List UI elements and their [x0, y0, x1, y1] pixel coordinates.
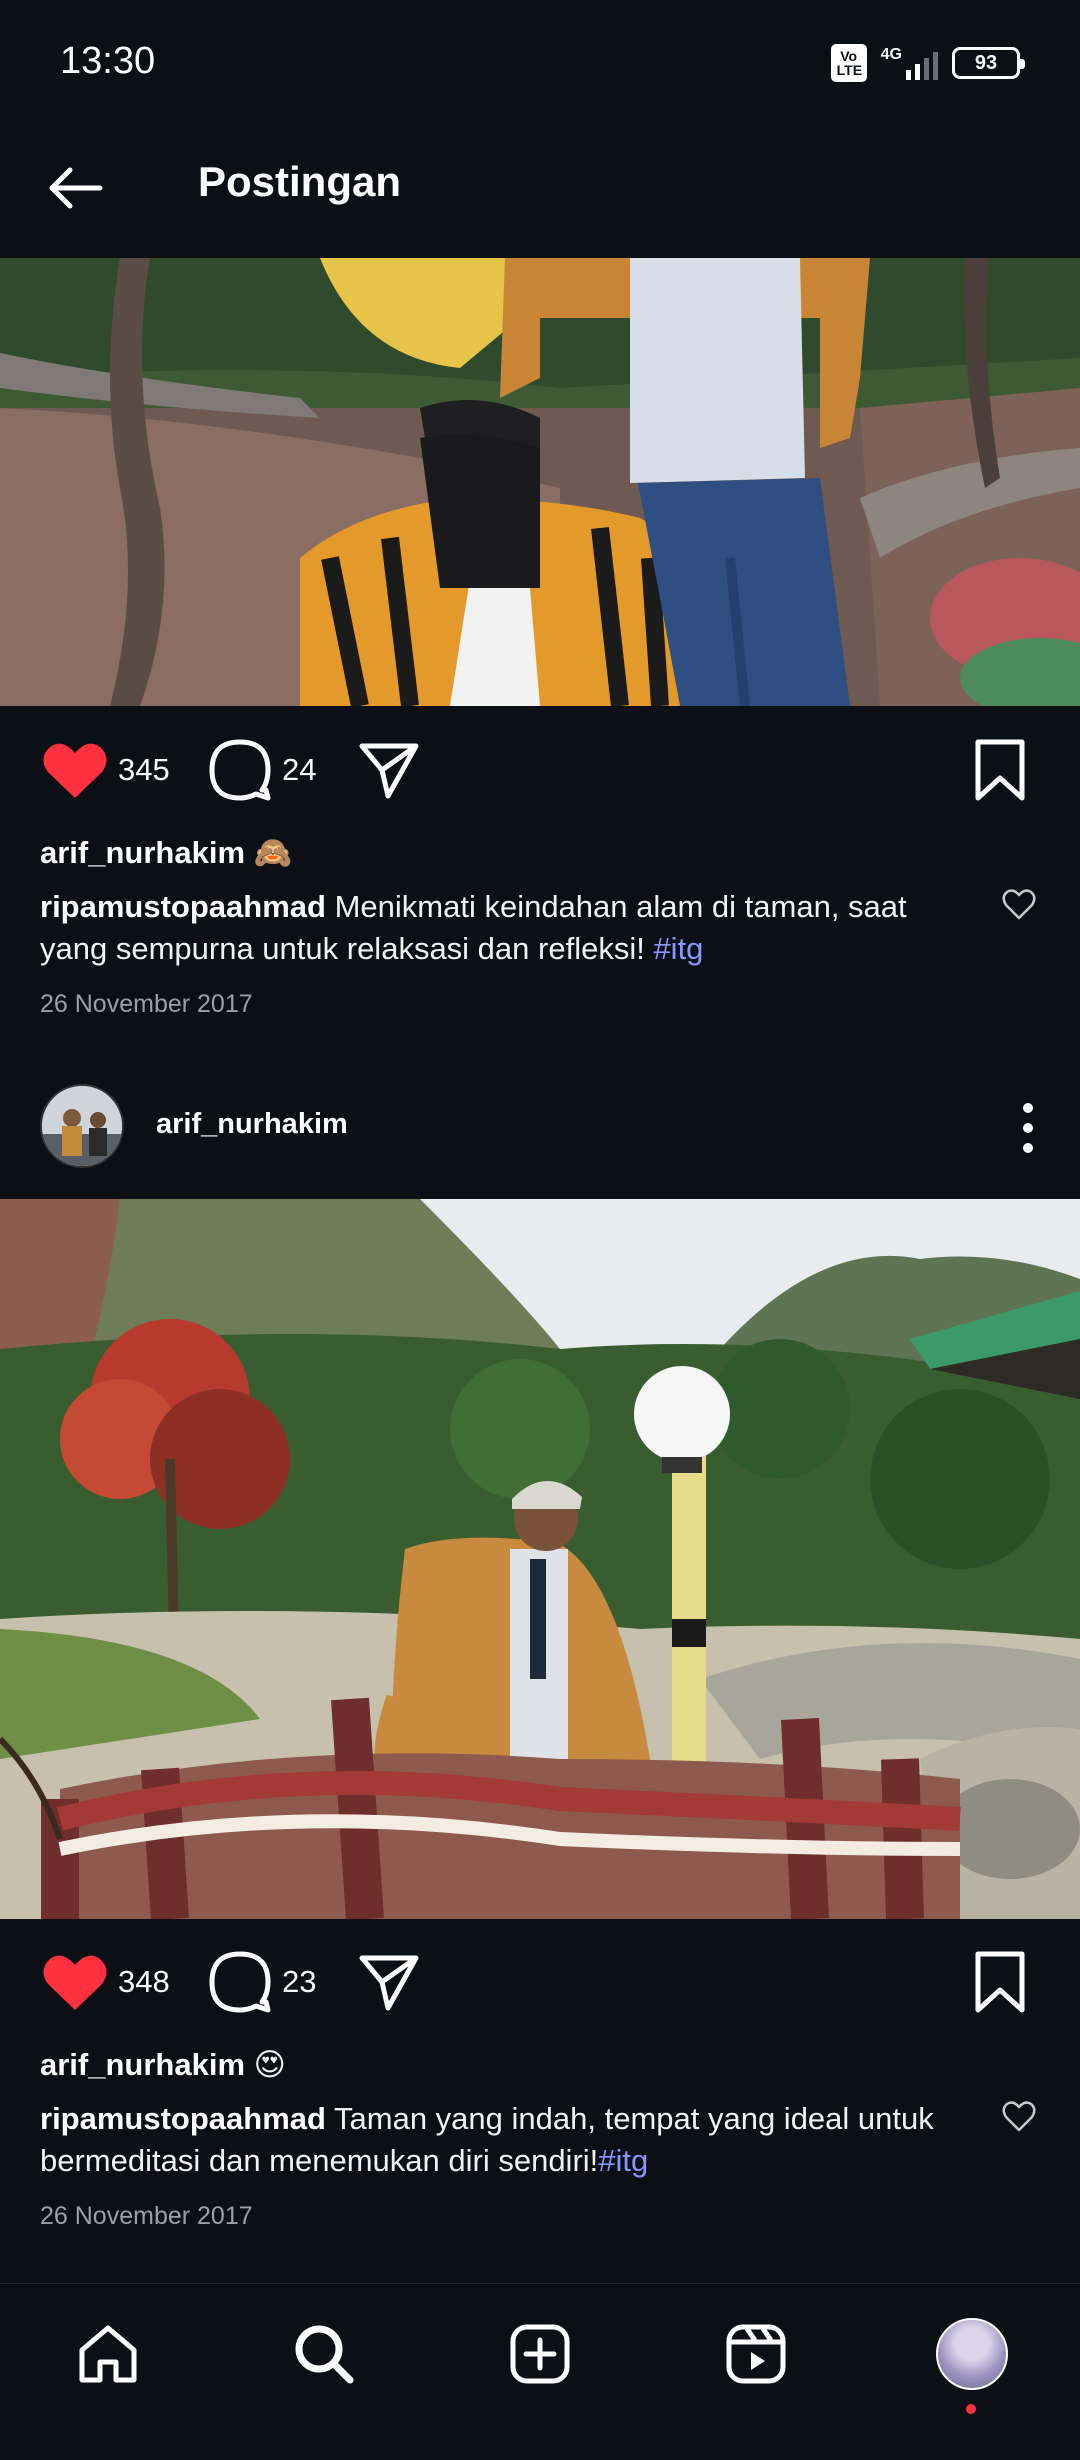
caption-text-2: bermeditasi dan menemukan diri sendiri! [40, 2143, 599, 2178]
post-2-header: arif_nurhakim [0, 1070, 1080, 1185]
liker-emoji: 🙈 [253, 835, 293, 870]
nav-home[interactable] [68, 2314, 148, 2394]
bottom-navigation [0, 2283, 1080, 2460]
post-1-share[interactable] [356, 710, 420, 830]
post-1-save[interactable] [972, 710, 1028, 830]
bookmark-icon[interactable] [972, 1950, 1028, 2014]
search-icon[interactable] [292, 2322, 356, 2386]
status-icons: Vo LTE 4G 93 [830, 44, 1025, 82]
network-type: 4G [880, 46, 902, 63]
arrow-left-icon[interactable] [44, 156, 108, 220]
post-1-caption-line-2: yang sempurna untuk relaksasi dan reflek… [40, 928, 703, 970]
heart-filled-icon[interactable] [42, 740, 108, 800]
send-icon[interactable] [356, 738, 420, 802]
home-icon[interactable] [76, 2322, 140, 2386]
profile-avatar[interactable] [936, 2318, 1008, 2390]
post-2-comment[interactable]: 23 [208, 1922, 316, 2042]
post-1-date: 26 November 2017 [40, 990, 253, 1018]
nav-search[interactable] [284, 2314, 364, 2394]
caption-text-2: yang sempurna untuk relaksasi dan reflek… [40, 931, 654, 966]
post-1-like[interactable]: 345 [42, 710, 170, 830]
comment-icon[interactable] [208, 738, 272, 802]
heart-filled-icon[interactable] [42, 1952, 108, 2012]
post-1-comment[interactable]: 24 [208, 710, 316, 830]
post-2-actions: 348 23 [0, 1922, 1080, 2042]
bookmark-icon[interactable] [972, 738, 1028, 802]
post-1-caption-line-1: ripamustopaahmad Menikmati keindahan ala… [40, 886, 907, 928]
hashtag-link[interactable]: #itg [653, 931, 703, 966]
liker-emoji: 😍 [253, 2047, 286, 2082]
nav-reels[interactable] [716, 2314, 796, 2394]
post-1-liked-by[interactable]: arif_nurhakim 🙈 [40, 832, 292, 874]
post-2-like[interactable]: 348 [42, 1922, 170, 2042]
comment-like-heart-icon[interactable] [1002, 2100, 1036, 2134]
liker-username[interactable]: arif_nurhakim [40, 835, 245, 870]
post-2-caption-line-2: bermeditasi dan menemukan diri sendiri!#… [40, 2140, 648, 2182]
battery-level: 93 [974, 51, 998, 74]
volte-icon: Vo LTE [830, 44, 867, 82]
status-time: 13:30 [60, 40, 156, 82]
create-post-icon[interactable] [508, 2322, 572, 2386]
author-avatar[interactable] [40, 1084, 124, 1168]
comment-icon[interactable] [208, 1950, 272, 2014]
page-title: Postingan [198, 158, 402, 205]
post-2-liked-by[interactable]: arif_nurhakim 😍 [40, 2044, 286, 2086]
comment-count[interactable]: 23 [282, 1964, 316, 2000]
status-bar: 13:30 Vo LTE 4G 93 [0, 0, 1080, 128]
caption-username[interactable]: ripamustopaahmad [40, 2101, 326, 2136]
notification-dot [966, 2404, 976, 2414]
caption-text: Menikmati keindahan alam di taman, saat [334, 889, 907, 924]
battery-icon: 93 [952, 47, 1025, 79]
nav-create[interactable] [500, 2314, 580, 2394]
like-count[interactable]: 345 [118, 752, 170, 788]
post-2-photo[interactable] [0, 1199, 1080, 1919]
signal-icon: 4G [881, 46, 938, 80]
post-2-date: 26 November 2017 [40, 2202, 253, 2230]
top-app-bar: Postingan [0, 128, 1080, 258]
post-1-actions: 345 24 [0, 710, 1080, 830]
author-username[interactable]: arif_nurhakim [156, 1108, 348, 1141]
post-2-save[interactable] [972, 1922, 1028, 2042]
like-count[interactable]: 348 [118, 1964, 170, 2000]
post-1-photo[interactable] [0, 258, 1080, 706]
caption-username[interactable]: ripamustopaahmad [40, 889, 326, 924]
post-2-share[interactable] [356, 1922, 420, 2042]
liker-username[interactable]: arif_nurhakim [40, 2047, 245, 2082]
post-2-caption-line-1: ripamustopaahmad Taman yang indah, tempa… [40, 2098, 934, 2140]
caption-text: Taman yang indah, tempat yang ideal untu… [334, 2101, 934, 2136]
comment-like-heart-icon[interactable] [1002, 888, 1036, 922]
reels-icon[interactable] [724, 2322, 788, 2386]
more-options-icon[interactable] [1020, 1100, 1036, 1156]
send-icon[interactable] [356, 1950, 420, 2014]
hashtag-link[interactable]: #itg [598, 2143, 648, 2178]
comment-count[interactable]: 24 [282, 752, 316, 788]
nav-profile[interactable] [932, 2314, 1012, 2394]
